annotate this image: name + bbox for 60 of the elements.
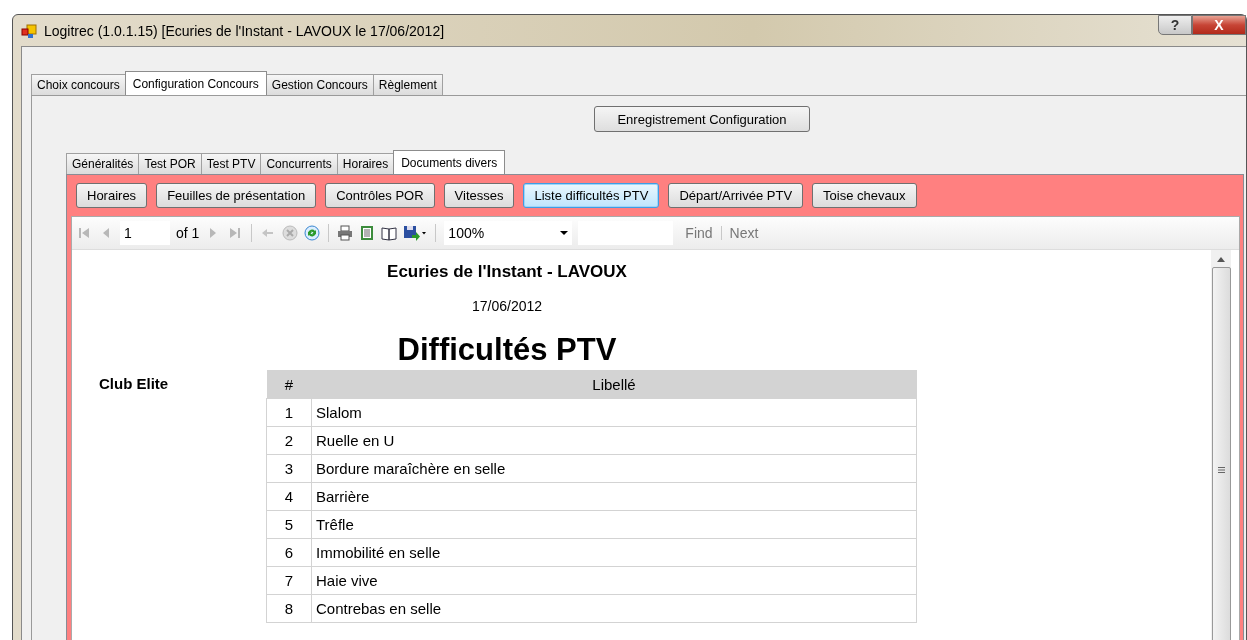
stop-icon[interactable] — [282, 225, 299, 241]
save-dropdown-icon[interactable] — [403, 225, 428, 241]
table-cell: 6 — [266, 538, 312, 567]
printer-icon[interactable] — [337, 225, 354, 241]
tab[interactable]: Règlement — [372, 74, 443, 95]
first-page-icon[interactable] — [76, 225, 92, 241]
table-cell: 7 — [266, 566, 312, 595]
page-count: of 1 — [176, 225, 200, 241]
tab[interactable]: Test PTV — [200, 153, 262, 174]
save-configuration-button[interactable]: Enregistrement Configuration — [594, 106, 810, 132]
report-title: Ecuries de l'Instant - LAVOUX — [387, 262, 627, 281]
document-button[interactable]: Toise chevaux — [812, 183, 917, 208]
table-cell: 3 — [266, 454, 312, 483]
column-header: Libellé — [311, 370, 917, 399]
document-button[interactable]: Liste difficultés PTV — [523, 183, 660, 208]
document-button[interactable]: Vitesses — [443, 183, 515, 208]
tab[interactable]: Documents divers — [393, 150, 506, 174]
table-cell: Slalom — [311, 398, 917, 427]
zoom-dropdown[interactable]: 100% — [444, 221, 573, 245]
tab[interactable]: Généralités — [66, 153, 140, 174]
table-cell: 5 — [266, 510, 312, 539]
table-cell: Haie vive — [311, 566, 917, 595]
find-link[interactable]: Find — [685, 225, 713, 241]
scroll-up-arrow-icon[interactable] — [1217, 257, 1225, 262]
tab[interactable]: Horaires — [336, 153, 395, 174]
scrollbar[interactable] — [1211, 250, 1231, 640]
table-cell: Bordure maraîchère en selle — [311, 454, 917, 483]
tab[interactable]: Configuration Concours — [124, 71, 267, 95]
refresh-icon[interactable] — [304, 225, 321, 241]
tab[interactable]: Choix concours — [31, 74, 126, 95]
page-number-field[interactable]: 1 — [120, 221, 170, 245]
table-cell: 4 — [266, 482, 312, 511]
page-layout-icon[interactable] — [359, 225, 376, 241]
window-title: Logitrec (1.0.1.15) [Ecuries de l'Instant - LAVOUX le 17/06/2012] — [44, 22, 445, 39]
app-icon — [21, 22, 37, 39]
caret-icon — [560, 231, 569, 235]
column-header: # — [266, 370, 312, 399]
report-heading: Difficultés PTV — [397, 332, 617, 367]
document-button[interactable]: Horaires — [76, 183, 148, 208]
document-button[interactable]: Feuilles de présentation — [156, 183, 317, 208]
tab[interactable]: Concurrents — [260, 153, 338, 174]
table-cell: 2 — [266, 426, 312, 455]
table-cell: Immobilité en selle — [311, 538, 917, 567]
document-button[interactable]: Départ/Arrivée PTV — [668, 183, 804, 208]
close-button[interactable]: X — [1192, 15, 1246, 35]
table-cell: Ruelle en U — [311, 426, 917, 455]
grip-icon — [1217, 466, 1225, 473]
report-date: 17/06/2012 — [471, 298, 543, 314]
next-link[interactable]: Next — [729, 225, 759, 241]
tab[interactable]: Test POR — [138, 153, 202, 174]
table-cell: 1 — [266, 398, 312, 427]
table-cell: Trêfle — [311, 510, 917, 539]
book-icon[interactable] — [381, 225, 398, 241]
table-cell: Barrière — [311, 482, 917, 511]
tab[interactable]: Gestion Concours — [265, 74, 374, 95]
group-label: Club Elite — [99, 375, 169, 392]
document-button[interactable]: Contrôles POR — [325, 183, 435, 208]
help-button[interactable]: ? — [1158, 15, 1192, 35]
table-cell: 8 — [266, 594, 312, 623]
table-cell: Contrebas en selle — [311, 594, 917, 623]
